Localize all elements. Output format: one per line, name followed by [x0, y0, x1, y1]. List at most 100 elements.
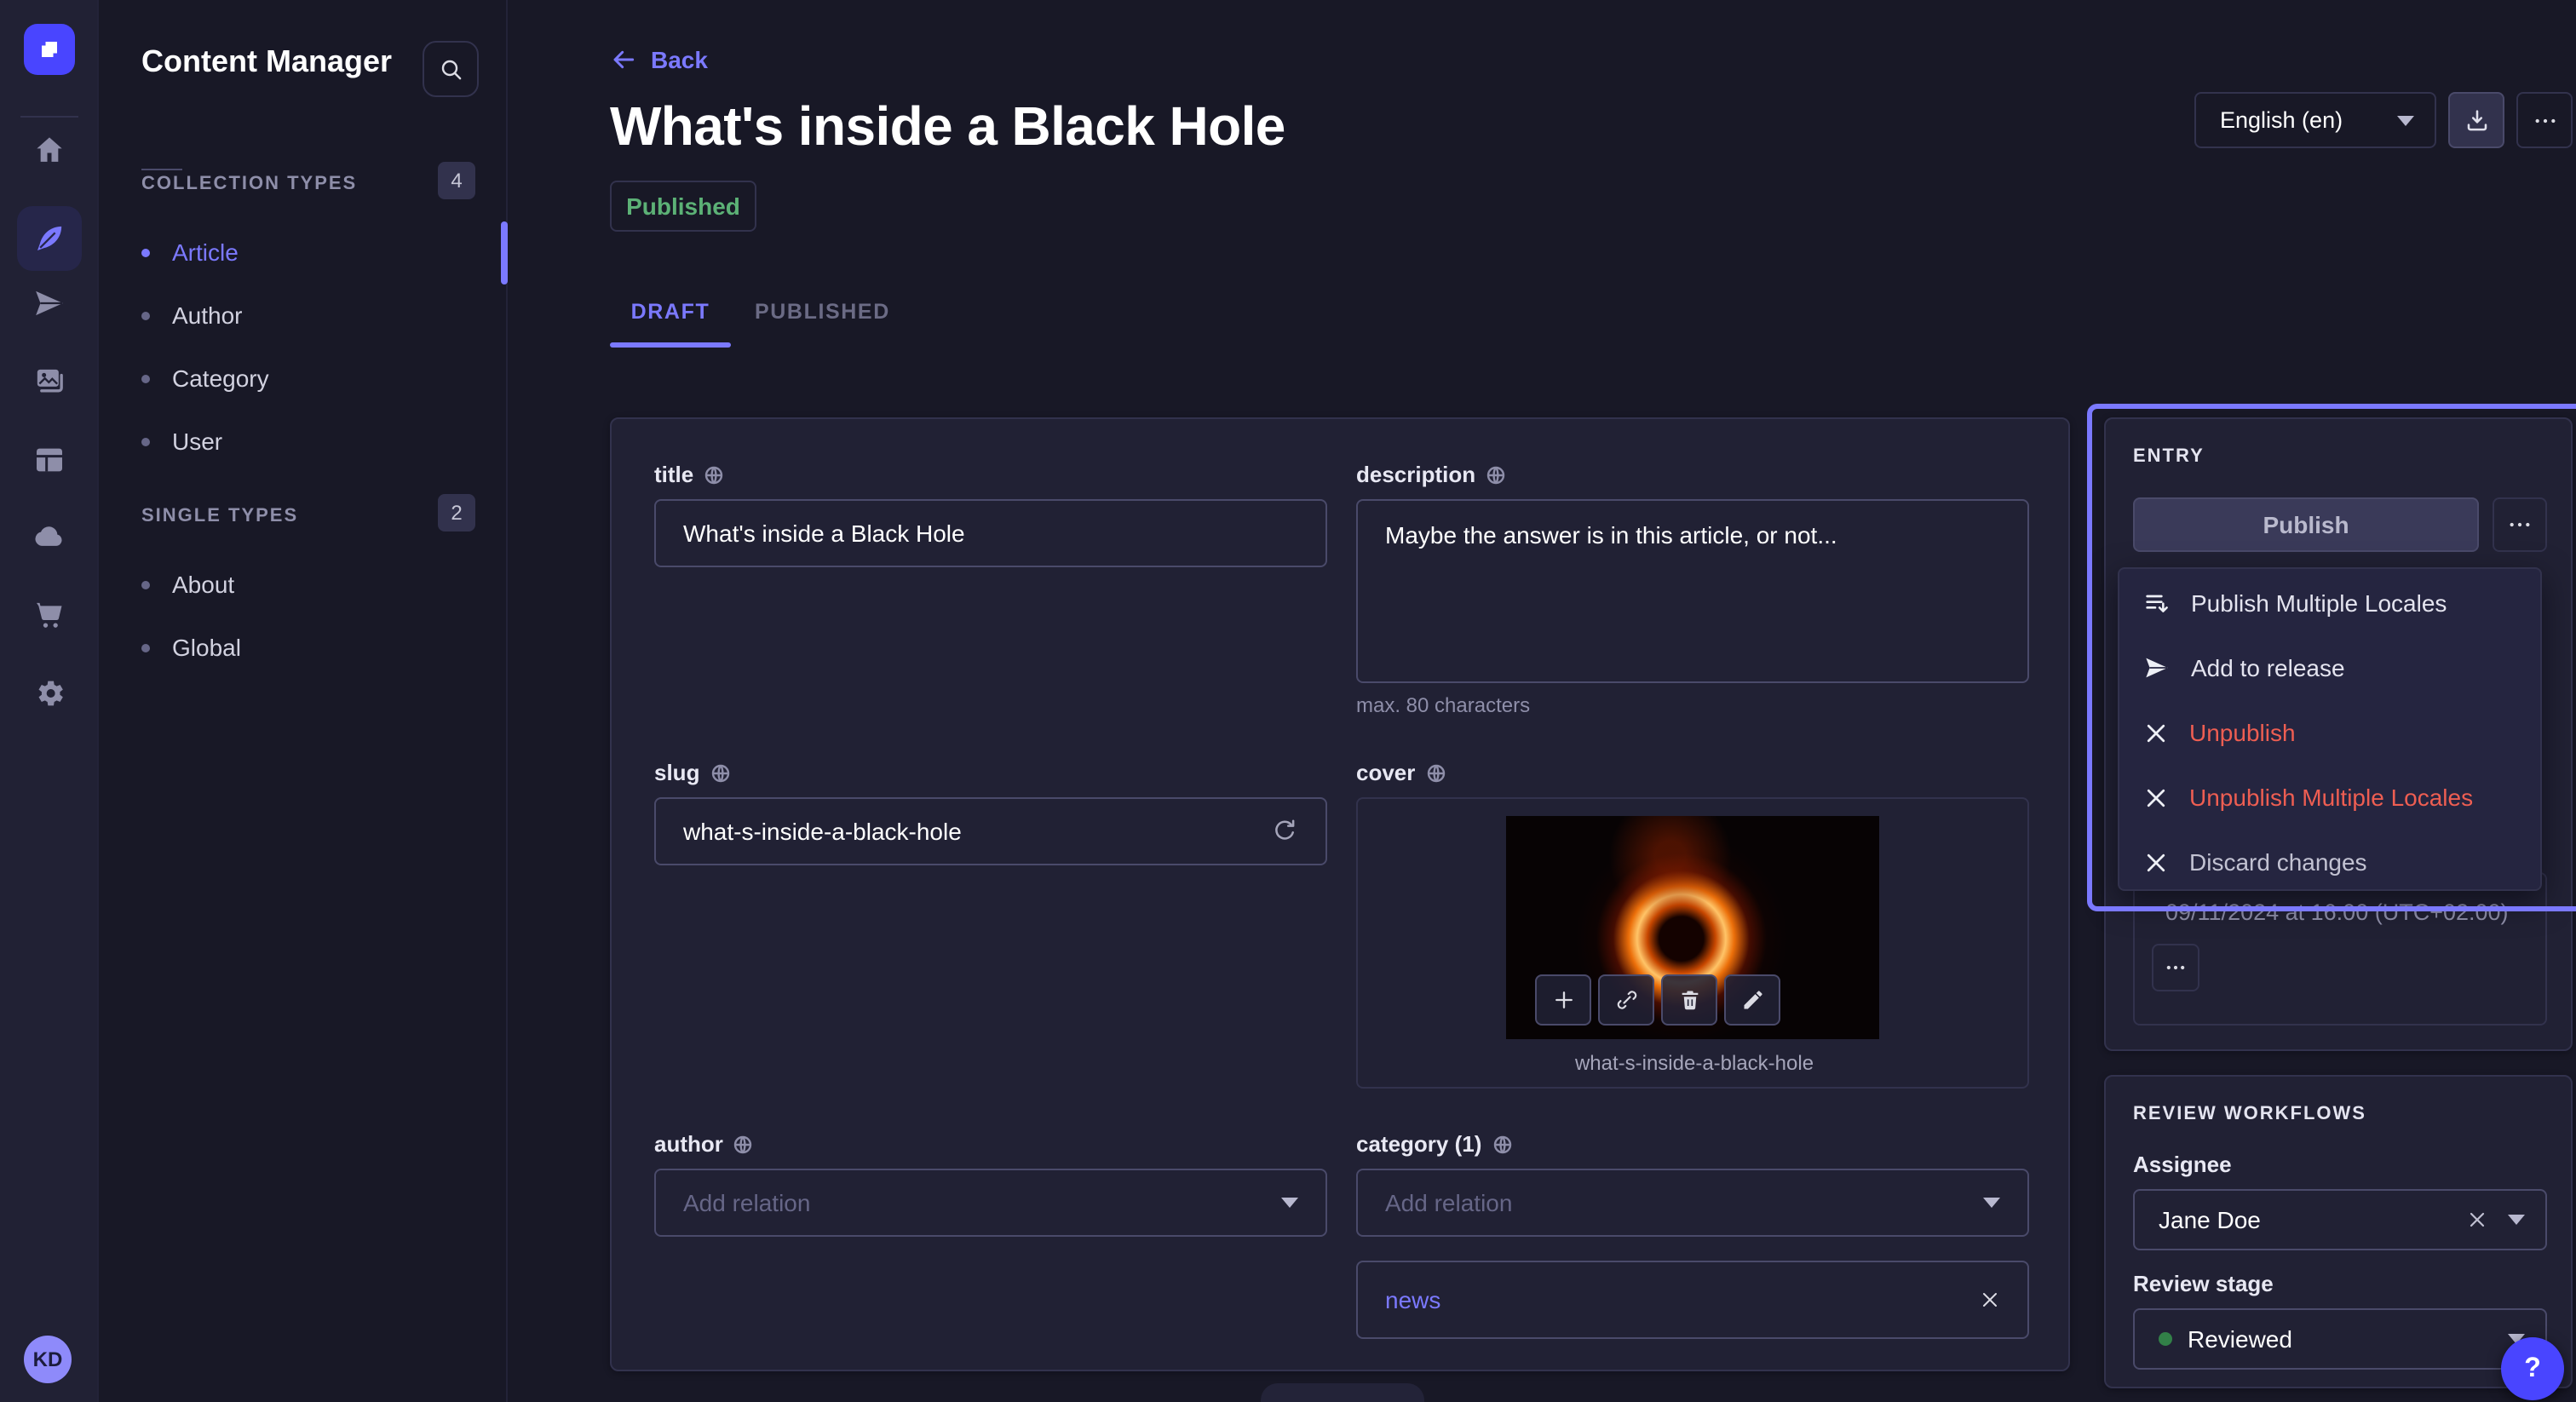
- cover-actions: [1535, 974, 1780, 1026]
- add-media-button[interactable]: [1535, 974, 1591, 1026]
- more-horizontal-icon: [2506, 511, 2533, 538]
- pencil-icon: [1740, 988, 1764, 1012]
- download-icon: [2463, 106, 2490, 134]
- paper-plane-icon[interactable]: [29, 283, 70, 324]
- media-library-icon[interactable]: [29, 361, 70, 402]
- author-placeholder: Add relation: [683, 1189, 810, 1216]
- single-types-count: 2: [438, 494, 475, 531]
- author-field-label: author: [654, 1131, 754, 1157]
- sidebar-item-article[interactable]: Article: [141, 232, 482, 273]
- category-tag-news[interactable]: news: [1356, 1261, 2029, 1339]
- author-relation-select[interactable]: Add relation: [654, 1169, 1327, 1237]
- entry-actions-menu: Publish Multiple Locales Add to release …: [2118, 567, 2542, 891]
- list-plus-icon: [2143, 589, 2171, 617]
- bullet-icon: [141, 643, 150, 652]
- category-relation-select[interactable]: Add relation: [1356, 1169, 2029, 1237]
- sidebar-item-label: User: [172, 428, 222, 455]
- sidebar-item-global[interactable]: Global: [141, 627, 482, 668]
- avatar[interactable]: KD: [24, 1336, 72, 1383]
- title-input[interactable]: What's inside a Black Hole: [654, 499, 1327, 567]
- slug-input-value: what-s-inside-a-black-hole: [683, 818, 962, 845]
- strapi-logo[interactable]: [24, 24, 75, 75]
- chevron-down-icon: [1983, 1198, 2000, 1208]
- globe-icon: [1492, 1134, 1512, 1154]
- assignee-select[interactable]: Jane Doe: [2133, 1189, 2547, 1250]
- search-button[interactable]: [423, 41, 479, 97]
- regenerate-icon[interactable]: [1271, 818, 1298, 845]
- bullet-icon: [141, 311, 150, 319]
- plus-icon: [1551, 988, 1575, 1012]
- locale-select[interactable]: English (en): [2194, 92, 2436, 148]
- entry-more-button[interactable]: [2493, 497, 2547, 552]
- tab-published[interactable]: PUBLISHED: [755, 300, 877, 324]
- menu-item-label: Publish Multiple Locales: [2191, 589, 2447, 617]
- sidebar-item-label: Category: [172, 365, 269, 392]
- screen: KD Content Manager COLLECTION TYPES 4 Ar…: [0, 0, 2576, 1402]
- sidebar-item-label: About: [172, 571, 234, 598]
- menu-item-add-to-release[interactable]: Add to release: [2119, 635, 2540, 700]
- cross-icon: [2143, 720, 2169, 745]
- status-badge: Published: [610, 181, 756, 232]
- description-hint: max. 80 characters: [1356, 693, 1530, 717]
- nav-item-content-manager[interactable]: [17, 206, 82, 271]
- review-stage-label: Review stage: [2133, 1271, 2274, 1296]
- slug-input[interactable]: what-s-inside-a-black-hole: [654, 797, 1327, 865]
- tab-draft[interactable]: DRAFT: [610, 300, 731, 324]
- scheduled-more-button[interactable]: [2152, 944, 2199, 991]
- page-title: What's inside a Black Hole: [610, 95, 1285, 158]
- menu-item-publish-multiple-locales[interactable]: Publish Multiple Locales: [2119, 571, 2540, 635]
- search-icon: [437, 55, 464, 83]
- sidebar-item-about[interactable]: About: [141, 564, 482, 605]
- gear-icon[interactable]: [29, 673, 70, 714]
- menu-item-label: Unpublish: [2189, 719, 2296, 746]
- menu-item-unpublish[interactable]: Unpublish: [2119, 700, 2540, 765]
- collection-types-heading: COLLECTION TYPES: [141, 174, 357, 194]
- clear-assignee-icon[interactable]: [2467, 1210, 2487, 1230]
- layout-icon[interactable]: [29, 440, 70, 480]
- help-button[interactable]: ?: [2501, 1337, 2564, 1400]
- author-label-text: author: [654, 1131, 723, 1157]
- sidebar-item-category[interactable]: Category: [141, 358, 482, 399]
- bullet-icon: [141, 437, 150, 445]
- delete-media-button[interactable]: [1661, 974, 1717, 1026]
- cloud-icon[interactable]: [29, 516, 70, 557]
- globe-icon: [1425, 762, 1446, 783]
- assignee-value: Jane Doe: [2159, 1206, 2261, 1233]
- globe-icon: [704, 464, 724, 485]
- publish-button-label: Publish: [2263, 511, 2349, 538]
- export-button[interactable]: [2448, 92, 2504, 148]
- subnav-divider: [141, 169, 182, 170]
- remove-tag-icon[interactable]: [1980, 1290, 2000, 1310]
- copy-link-button[interactable]: [1598, 974, 1654, 1026]
- home-icon[interactable]: [29, 129, 70, 170]
- locale-select-value: English (en): [2220, 107, 2343, 133]
- sidebar-item-label: Author: [172, 302, 243, 329]
- chevron-down-icon: [1281, 1198, 1298, 1208]
- review-workflows-panel: REVIEW WORKFLOWS Assignee Jane Doe Revie…: [2104, 1075, 2573, 1388]
- cross-icon: [2143, 849, 2169, 875]
- description-textarea[interactable]: Maybe the answer is in this article, or …: [1356, 499, 2029, 683]
- subnav-scrollbar-thumb[interactable]: [501, 221, 507, 284]
- cross-icon: [2143, 784, 2169, 810]
- subnav-title: Content Manager: [141, 44, 392, 80]
- subnav: Content Manager COLLECTION TYPES 4 Artic…: [99, 0, 508, 1402]
- publish-button[interactable]: Publish: [2133, 497, 2479, 552]
- back-link[interactable]: Back: [610, 46, 708, 73]
- bullet-icon: [141, 248, 150, 256]
- edit-media-button[interactable]: [1724, 974, 1780, 1026]
- help-button-label: ?: [2524, 1353, 2541, 1384]
- sidebar-item-user[interactable]: User: [141, 421, 482, 462]
- single-types-heading: SINGLE TYPES: [141, 506, 298, 526]
- header-more-button[interactable]: [2516, 92, 2573, 148]
- cart-icon[interactable]: [29, 595, 70, 635]
- menu-item-unpublish-multiple-locales[interactable]: Unpublish Multiple Locales: [2119, 765, 2540, 830]
- bottom-pill: [1261, 1383, 1424, 1402]
- cover-media-box: what-s-inside-a-black-hole: [1356, 797, 2029, 1089]
- review-stage-select[interactable]: Reviewed: [2133, 1308, 2547, 1370]
- main-nav: KD: [0, 0, 99, 1402]
- assignee-label: Assignee: [2133, 1152, 2232, 1177]
- status-badge-label: Published: [626, 192, 740, 220]
- cover-filename: what-s-inside-a-black-hole: [1358, 1051, 2031, 1075]
- menu-item-discard-changes[interactable]: Discard changes: [2119, 830, 2540, 894]
- sidebar-item-author[interactable]: Author: [141, 295, 482, 336]
